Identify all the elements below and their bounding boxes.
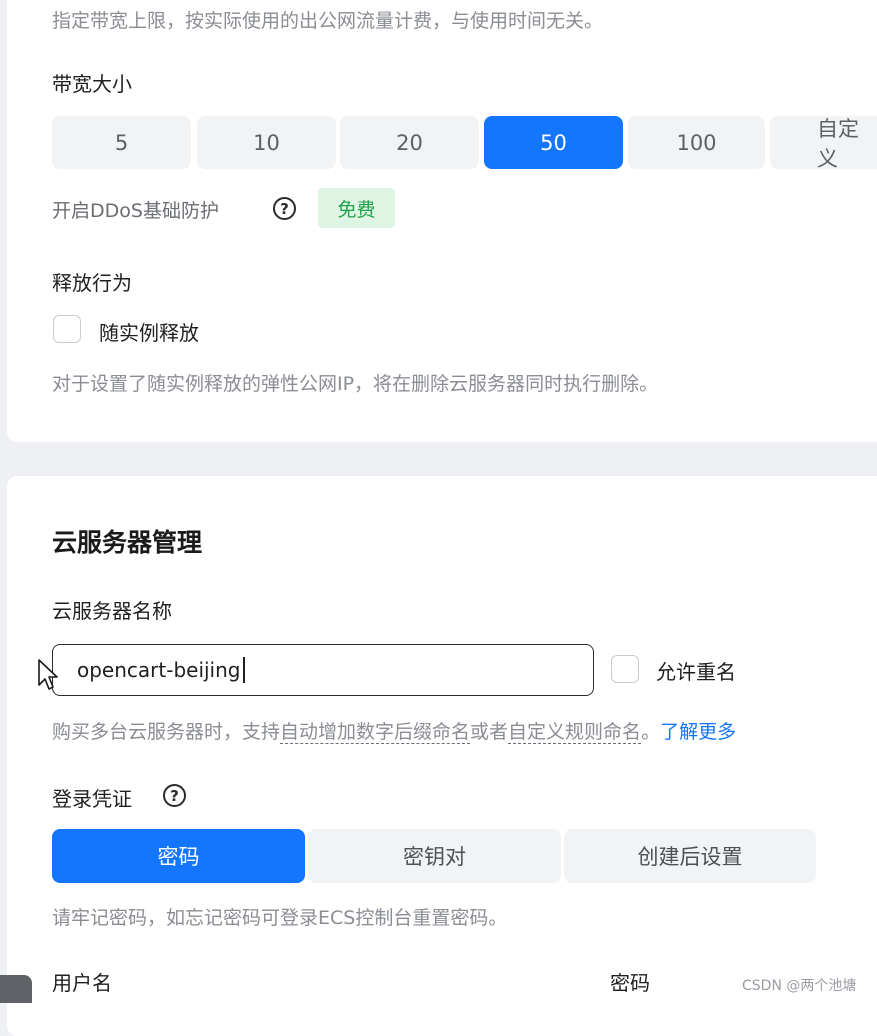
naming-hint-period: 。 [641, 721, 661, 743]
mouse-cursor-icon [38, 659, 58, 690]
watermark: CSDN @两个池塘 [742, 978, 857, 994]
credential-label: 登录凭证 [52, 787, 132, 811]
naming-hint: 购买多台云服务器时，支持自动增加数字后缀命名或者自定义规则命名。了解更多 [52, 717, 736, 744]
allow-duplicate-checkbox[interactable] [611, 655, 639, 683]
naming-hint-or: 或者 [470, 721, 509, 743]
bandwidth-option-5[interactable]: 5 [52, 116, 191, 169]
release-with-instance-label[interactable]: 随实例释放 [99, 317, 199, 346]
bandwidth-option-100[interactable]: 100 [628, 116, 765, 169]
bandwidth-option-10[interactable]: 10 [197, 116, 336, 169]
release-note: 对于设置了随实例释放的弹性公网IP，将在删除云服务器同时执行删除。 [52, 373, 659, 395]
bandwidth-description: 指定带宽上限，按实际使用的出公网流量计费，与使用时间无关。 [52, 10, 604, 32]
learn-more-link[interactable]: 了解更多 [660, 721, 736, 743]
server-name-label: 云服务器名称 [52, 599, 172, 623]
release-behavior-label: 释放行为 [52, 271, 132, 295]
credential-option-keypair[interactable]: 密钥对 [308, 829, 561, 883]
credential-note: 请牢记密码，如忘记密码可登录ECS控制台重置密码。 [52, 907, 508, 929]
help-icon[interactable]: ? [273, 197, 296, 220]
bandwidth-size-label: 带宽大小 [52, 72, 132, 96]
bandwidth-option-custom[interactable]: 自定义 [770, 116, 877, 171]
server-management-card [7, 476, 877, 1036]
custom-rule-naming-link[interactable]: 自定义规则命名 [508, 721, 642, 744]
bandwidth-option-50[interactable]: 50 [484, 116, 623, 169]
section-title: 云服务器管理 [52, 528, 203, 557]
release-with-instance-checkbox[interactable] [53, 315, 81, 343]
ddos-label: 开启DDoS基础防护 [52, 200, 219, 222]
help-icon[interactable]: ? [163, 784, 186, 807]
server-name-value: opencart-beijing [77, 658, 241, 682]
credential-option-password[interactable]: 密码 [52, 829, 305, 883]
bandwidth-option-20[interactable]: 20 [340, 116, 479, 169]
naming-hint-prefix: 购买多台云服务器时，支持 [52, 721, 281, 743]
server-name-input[interactable]: opencart-beijing [52, 644, 594, 696]
password-label: 密码 [610, 971, 650, 995]
username-label: 用户名 [52, 971, 112, 995]
text-cursor [243, 657, 245, 683]
allow-duplicate-label[interactable]: 允许重名 [656, 656, 736, 685]
ddos-free-badge: 免费 [318, 188, 395, 228]
auto-suffix-naming-link[interactable]: 自动增加数字后缀命名 [280, 721, 471, 744]
credential-option-set-later[interactable]: 创建后设置 [564, 829, 816, 883]
